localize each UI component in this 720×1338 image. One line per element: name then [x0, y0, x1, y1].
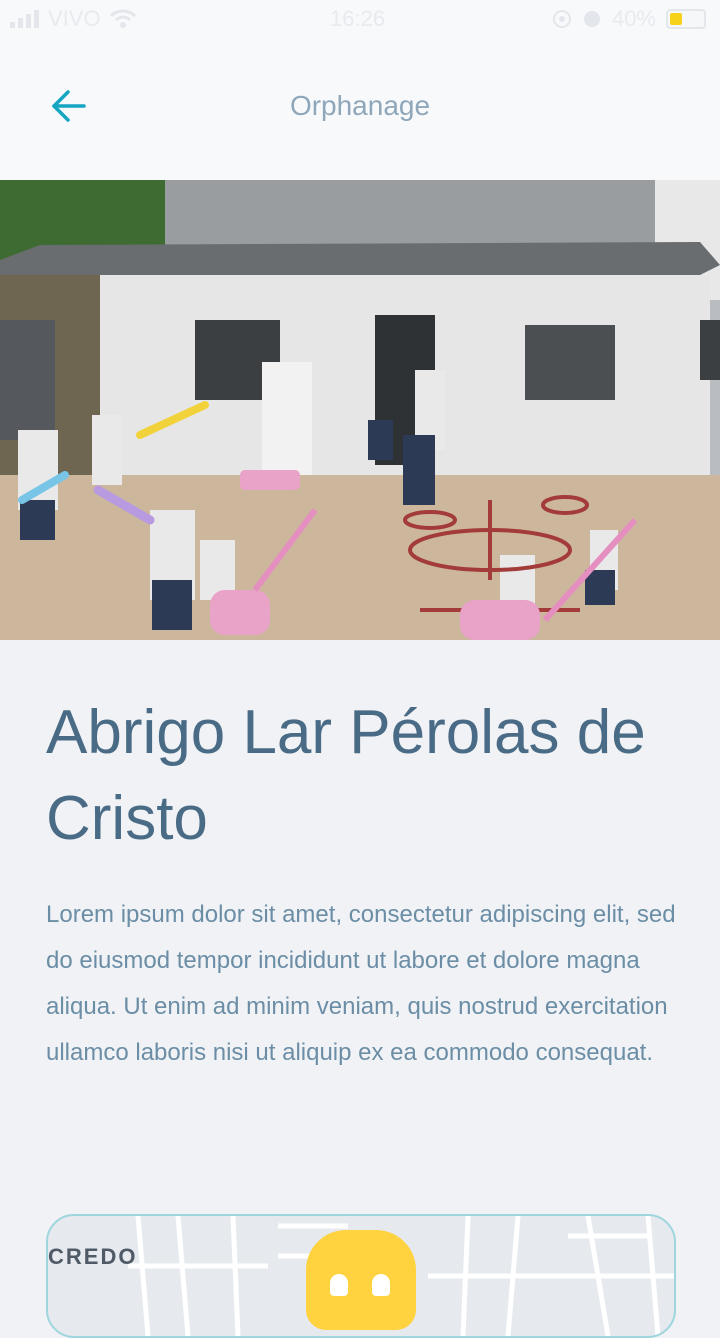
signal-icon — [10, 10, 39, 28]
status-bar: VIVO 16:26 40% — [0, 0, 720, 40]
location-map[interactable]: CREDO — [46, 1214, 676, 1338]
app-header: Orphanage — [0, 40, 720, 181]
orphanage-description: Lorem ipsum dolor sit amet, consectetur … — [46, 901, 676, 1066]
status-right: 40% — [552, 6, 706, 32]
status-time: 16:26 — [330, 6, 386, 31]
orphanage-name: Abrigo Lar Pérolas de Cristo — [46, 698, 646, 853]
page-title: Orphanage — [289, 90, 431, 121]
orphanage-photo — [0, 180, 720, 640]
status-left: VIVO — [10, 6, 137, 32]
map-marker-icon[interactable] — [306, 1230, 416, 1330]
map-street-label: CREDO — [48, 1244, 138, 1269]
battery-icon — [666, 9, 706, 29]
wifi-icon — [109, 9, 136, 28]
carrier-name: VIVO — [48, 6, 101, 31]
alarm-icon — [583, 11, 600, 27]
battery-percent: 40% — [611, 6, 656, 31]
location-icon — [552, 10, 571, 28]
